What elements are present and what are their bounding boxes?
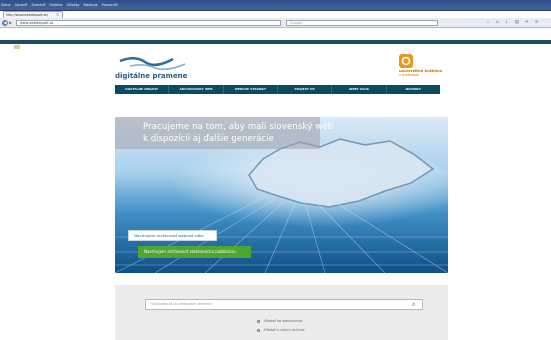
partner-city: v bratislave <box>399 73 419 77</box>
menu-icon[interactable]: ≡ <box>535 20 539 26</box>
close-icon[interactable]: × <box>56 12 59 17</box>
nav-item-digital-content[interactable]: DIGITÁLNE OBSAHY <box>115 85 170 94</box>
search-option-label: Hľadať vo webarchíve <box>264 319 303 323</box>
suggest-website-button[interactable]: Navrhujem archivovať webové sídlo <box>128 230 217 241</box>
nav-item-web-pages[interactable]: WEBOVÉ STRÁNKY <box>224 85 278 94</box>
radio-icon[interactable] <box>257 328 260 332</box>
back-icon[interactable]: ◀ <box>2 20 8 26</box>
nav-item-archived-web[interactable]: ARCHIVOVANÝ WEB <box>169 85 224 94</box>
menu-item-history[interactable]: História <box>49 0 62 11</box>
addon-icon[interactable]: ✦ <box>525 20 529 26</box>
main-navigation: DIGITÁLNE OBSAHY ARCHIVOVANÝ WEB WEBOVÉ … <box>115 85 440 94</box>
hero-slogan-line2: k dispozícii aj ďalšie generácie <box>143 134 274 144</box>
search-option-all[interactable]: Hľadať v celom archíve <box>257 328 305 332</box>
menu-item-bookmarks[interactable]: Záložky <box>66 0 79 11</box>
radio-icon[interactable] <box>257 319 260 323</box>
menu-item-tools[interactable]: Nástroje <box>84 0 98 11</box>
forward-icon[interactable]: ▶ <box>9 20 14 26</box>
home-icon[interactable]: ⌂ <box>496 20 499 26</box>
nav-item-weby-zaos[interactable]: WEBY ZAOS <box>332 85 387 94</box>
menu-item-file[interactable]: Súbor <box>1 0 11 11</box>
search-option-webarchive[interactable]: Hľadať vo webarchíve <box>257 319 302 323</box>
suggest-publication-button[interactable]: Navrhujem archivovať elektronickú publik… <box>138 246 251 258</box>
menu-item-view[interactable]: Zobraziť <box>31 0 45 11</box>
search-icon[interactable]: ⌕ <box>412 299 415 310</box>
decorative-mark <box>14 45 20 49</box>
browser-search-input[interactable]: Google <box>286 20 438 26</box>
menu-bar: Súbor Upraviť Zobraziť História Záložky … <box>1 0 118 11</box>
archive-search-input[interactable]: Vyhľadávať vo webovom archíve <box>145 299 423 310</box>
star-icon[interactable]: ☆ <box>486 20 490 26</box>
menu-item-help[interactable]: Pomocník <box>102 0 118 11</box>
nav-item-project[interactable]: PROJEKT DP <box>278 85 333 94</box>
browser-toolbar: ☆ ⌂ ↓ ▤ ✦ ≡ <box>486 20 539 26</box>
search-option-label: Hľadať v celom archíve <box>264 328 305 332</box>
bookmark-icon[interactable]: ▤ <box>515 20 519 26</box>
menu-item-edit[interactable]: Upraviť <box>15 0 27 11</box>
new-tab-button[interactable]: + <box>66 11 70 17</box>
site-top-stripe <box>0 40 551 44</box>
hero-slogan-line1: Pracujeme na tom, aby mali slovenský web <box>143 122 334 132</box>
partner-logo-icon[interactable] <box>399 54 413 68</box>
download-icon[interactable]: ↓ <box>505 20 509 26</box>
url-field[interactable]: www.webdepozit.sk <box>16 20 281 26</box>
site-logo-text[interactable]: digitálne pramene <box>115 72 187 80</box>
nav-item-news[interactable]: NOVINKY <box>387 85 440 94</box>
browser-tab[interactable]: http://www.webdepozit.sk/ <box>3 11 63 18</box>
browser-window: Súbor Upraviť Zobraziť História Záložky … <box>0 0 551 340</box>
